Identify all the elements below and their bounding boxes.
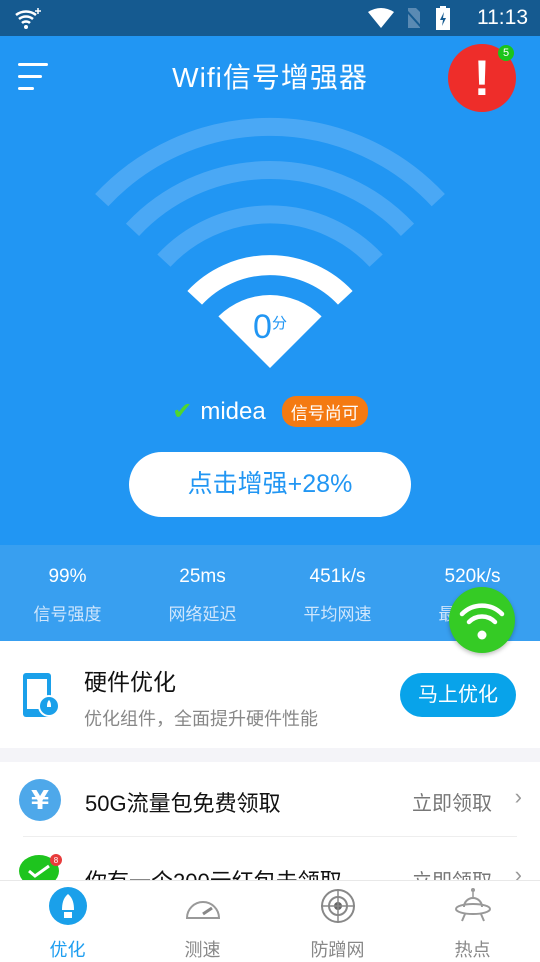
section-gap <box>0 748 540 762</box>
list-item-title: 50G流量包免费领取 <box>85 791 281 816</box>
network-info: ✔ midea 信号尚可 <box>0 396 540 427</box>
wifi-meter-graphic <box>95 117 445 368</box>
bottom-nav: 优化 测速 防蹭网 热点 <box>0 880 540 960</box>
stat-value: 99% <box>48 566 87 587</box>
divider <box>23 836 517 837</box>
boost-button[interactable]: 点击增强+28% <box>129 452 411 517</box>
tab-anti-leech[interactable]: 防蹭网 <box>270 881 405 960</box>
hardware-optimize-card: 硬件优化 优化组件，全面提升硬件性能 马上优化 <box>0 641 540 748</box>
chevron-right-icon: › <box>514 784 522 809</box>
unread-badge: 8 <box>54 856 59 865</box>
svg-text:¥: ¥ <box>31 786 49 816</box>
card-title: 硬件优化 <box>84 669 176 695</box>
hero-panel: Wifi信号增强器 ! 5 0分 ✔ midea 信号尚可 点击增强+28% <box>0 36 540 545</box>
stat-latency: 25ms 网络延迟 <box>135 545 270 641</box>
stat-value: 25ms <box>179 566 226 587</box>
signal-score: 0分 <box>0 308 540 347</box>
stat-value: 451k/s <box>309 566 366 587</box>
tab-hotspot[interactable]: 热点 <box>405 881 540 960</box>
tab-speed-test[interactable]: 测速 <box>135 881 270 960</box>
phone-optimize-icon <box>23 673 60 717</box>
stat-signal-strength: 99% 信号强度 <box>0 545 135 641</box>
signal-arc-active <box>187 255 353 305</box>
stat-avg-speed: 451k/s 平均网速 <box>270 545 405 641</box>
tab-label: 优化 <box>49 940 86 960</box>
stat-value: 520k/s <box>444 566 501 587</box>
tab-label: 防蹭网 <box>310 940 365 960</box>
card-subtitle: 优化组件，全面提升硬件性能 <box>84 709 318 729</box>
list-item[interactable]: ¥ 50G流量包免费领取 立即领取 › <box>0 762 540 838</box>
signal-arc-inner <box>157 205 383 267</box>
stat-label: 网络延迟 <box>168 605 237 624</box>
tab-optimize[interactable]: 优化 <box>0 881 135 960</box>
optimize-now-button[interactable]: 马上优化 <box>400 673 516 717</box>
tab-label: 测速 <box>184 940 221 960</box>
ufo-icon <box>454 888 491 922</box>
claim-link[interactable]: 立即领取 <box>412 787 492 816</box>
wechat-check-icon: 8 <box>19 854 62 883</box>
check-icon: ✔ <box>172 398 193 425</box>
tab-label: 热点 <box>454 940 491 960</box>
wifi-icon <box>459 603 505 640</box>
rocket-icon <box>48 887 87 925</box>
ssid-name: midea <box>200 397 266 425</box>
stat-label: 平均网速 <box>303 605 372 624</box>
wifi-float-button[interactable] <box>449 587 515 653</box>
score-value: 0 <box>253 308 272 346</box>
yuan-icon: ¥ <box>19 779 61 821</box>
score-unit: 分 <box>271 315 287 332</box>
signal-quality-badge: 信号尚可 <box>281 396 368 427</box>
radar-icon <box>320 889 355 923</box>
speedometer-icon <box>185 901 220 919</box>
stat-label: 信号强度 <box>33 605 102 624</box>
